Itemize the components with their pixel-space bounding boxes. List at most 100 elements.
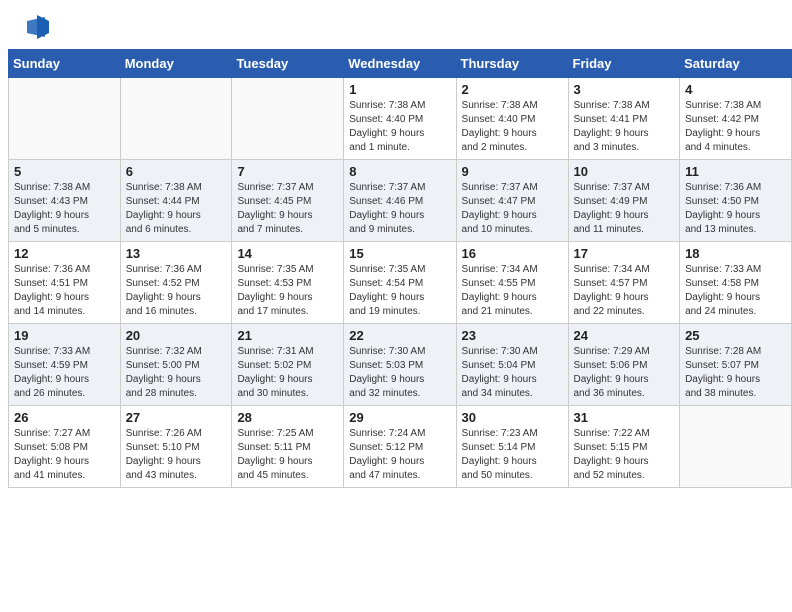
calendar-week-row: 5 Sunrise: 7:38 AM Sunset: 4:43 PM Daylig… [9,160,792,242]
day-info: Sunrise: 7:37 AM Sunset: 4:46 PM Dayligh… [349,181,450,237]
calendar-week-row: 26 Sunrise: 7:27 AM Sunset: 5:08 PM Dayli… [9,406,792,488]
day-info: Sunrise: 7:32 AM Sunset: 5:00 PM Dayligh… [126,345,227,401]
weekday-header: Wednesday [344,50,456,78]
calendar-cell: 28 Sunrise: 7:25 AM Sunset: 5:11 PM Dayli… [232,406,344,488]
day-info: Sunrise: 7:37 AM Sunset: 4:47 PM Dayligh… [462,181,563,237]
calendar-cell [680,406,792,488]
day-number: 21 [237,328,338,343]
day-number: 23 [462,328,563,343]
day-number: 24 [574,328,675,343]
day-number: 14 [237,246,338,261]
day-number: 20 [126,328,227,343]
day-number: 12 [14,246,115,261]
day-number: 26 [14,410,115,425]
calendar-week-row: 1 Sunrise: 7:38 AM Sunset: 4:40 PM Daylig… [9,78,792,160]
day-number: 5 [14,164,115,179]
day-info: Sunrise: 7:24 AM Sunset: 5:12 PM Dayligh… [349,427,450,483]
logo [20,15,49,41]
day-number: 18 [685,246,786,261]
day-number: 30 [462,410,563,425]
day-info: Sunrise: 7:29 AM Sunset: 5:06 PM Dayligh… [574,345,675,401]
day-info: Sunrise: 7:33 AM Sunset: 4:59 PM Dayligh… [14,345,115,401]
day-number: 7 [237,164,338,179]
day-info: Sunrise: 7:35 AM Sunset: 4:53 PM Dayligh… [237,263,338,319]
day-info: Sunrise: 7:34 AM Sunset: 4:57 PM Dayligh… [574,263,675,319]
day-number: 19 [14,328,115,343]
day-info: Sunrise: 7:23 AM Sunset: 5:14 PM Dayligh… [462,427,563,483]
calendar-cell: 1 Sunrise: 7:38 AM Sunset: 4:40 PM Daylig… [344,78,456,160]
calendar-week-row: 19 Sunrise: 7:33 AM Sunset: 4:59 PM Dayli… [9,324,792,406]
calendar-cell: 20 Sunrise: 7:32 AM Sunset: 5:00 PM Dayli… [120,324,232,406]
calendar-cell: 17 Sunrise: 7:34 AM Sunset: 4:57 PM Dayli… [568,242,680,324]
day-info: Sunrise: 7:33 AM Sunset: 4:58 PM Dayligh… [685,263,786,319]
day-number: 27 [126,410,227,425]
day-number: 16 [462,246,563,261]
day-number: 4 [685,82,786,97]
calendar-cell: 8 Sunrise: 7:37 AM Sunset: 4:46 PM Daylig… [344,160,456,242]
calendar-cell: 2Sunrise: 7:38 AM Sunset: 4:40 PM Daylig… [456,78,568,160]
calendar-cell: 18 Sunrise: 7:33 AM Sunset: 4:58 PM Dayli… [680,242,792,324]
calendar-cell: 26 Sunrise: 7:27 AM Sunset: 5:08 PM Dayli… [9,406,121,488]
calendar-header-row: SundayMondayTuesdayWednesdayThursdayFrid… [9,50,792,78]
day-number: 15 [349,246,450,261]
day-number: 22 [349,328,450,343]
day-number: 13 [126,246,227,261]
day-number: 31 [574,410,675,425]
day-number: 6 [126,164,227,179]
calendar-cell: 12 Sunrise: 7:36 AM Sunset: 4:51 PM Dayli… [9,242,121,324]
calendar-cell: 23 Sunrise: 7:30 AM Sunset: 5:04 PM Dayli… [456,324,568,406]
calendar-cell: 31Sunrise: 7:22 AM Sunset: 5:15 PM Dayli… [568,406,680,488]
calendar-cell: 6Sunrise: 7:38 AM Sunset: 4:44 PM Daylig… [120,160,232,242]
day-number: 28 [237,410,338,425]
day-info: Sunrise: 7:36 AM Sunset: 4:51 PM Dayligh… [14,263,115,319]
calendar-cell: 16 Sunrise: 7:34 AM Sunset: 4:55 PM Dayli… [456,242,568,324]
day-number: 10 [574,164,675,179]
calendar-cell [9,78,121,160]
calendar-cell: 7 Sunrise: 7:37 AM Sunset: 4:45 PM Daylig… [232,160,344,242]
day-info: Sunrise: 7:35 AM Sunset: 4:54 PM Dayligh… [349,263,450,319]
calendar-cell: 19 Sunrise: 7:33 AM Sunset: 4:59 PM Dayli… [9,324,121,406]
calendar-cell [120,78,232,160]
day-info: Sunrise: 7:38 AM Sunset: 4:43 PM Dayligh… [14,181,115,237]
weekday-header: Saturday [680,50,792,78]
calendar-cell: 27 Sunrise: 7:26 AM Sunset: 5:10 PM Dayli… [120,406,232,488]
day-info: Sunrise: 7:38 AM Sunset: 4:41 PM Dayligh… [574,99,675,155]
calendar-week-row: 12 Sunrise: 7:36 AM Sunset: 4:51 PM Dayli… [9,242,792,324]
day-info: Sunrise: 7:37 AM Sunset: 4:45 PM Dayligh… [237,181,338,237]
calendar-cell: 21 Sunrise: 7:31 AM Sunset: 5:02 PM Dayli… [232,324,344,406]
day-info: Sunrise: 7:34 AM Sunset: 4:55 PM Dayligh… [462,263,563,319]
calendar-cell: 11Sunrise: 7:36 AM Sunset: 4:50 PM Dayli… [680,160,792,242]
day-info: Sunrise: 7:37 AM Sunset: 4:49 PM Dayligh… [574,181,675,237]
day-number: 17 [574,246,675,261]
calendar-cell: 25 Sunrise: 7:28 AM Sunset: 5:07 PM Dayli… [680,324,792,406]
calendar-cell: 4Sunrise: 7:38 AM Sunset: 4:42 PM Daylig… [680,78,792,160]
day-info: Sunrise: 7:38 AM Sunset: 4:40 PM Dayligh… [349,99,450,155]
day-info: Sunrise: 7:25 AM Sunset: 5:11 PM Dayligh… [237,427,338,483]
day-info: Sunrise: 7:31 AM Sunset: 5:02 PM Dayligh… [237,345,338,401]
day-number: 9 [462,164,563,179]
day-number: 1 [349,82,450,97]
day-number: 3 [574,82,675,97]
calendar-cell: 29 Sunrise: 7:24 AM Sunset: 5:12 PM Dayli… [344,406,456,488]
day-number: 25 [685,328,786,343]
calendar-cell: 3 Sunrise: 7:38 AM Sunset: 4:41 PM Daylig… [568,78,680,160]
day-info: Sunrise: 7:28 AM Sunset: 5:07 PM Dayligh… [685,345,786,401]
day-info: Sunrise: 7:38 AM Sunset: 4:40 PM Dayligh… [462,99,563,155]
day-number: 8 [349,164,450,179]
day-info: Sunrise: 7:30 AM Sunset: 5:04 PM Dayligh… [462,345,563,401]
weekday-header: Tuesday [232,50,344,78]
weekday-header: Sunday [9,50,121,78]
day-info: Sunrise: 7:26 AM Sunset: 5:10 PM Dayligh… [126,427,227,483]
day-info: Sunrise: 7:27 AM Sunset: 5:08 PM Dayligh… [14,427,115,483]
day-info: Sunrise: 7:30 AM Sunset: 5:03 PM Dayligh… [349,345,450,401]
calendar-cell: 10 Sunrise: 7:37 AM Sunset: 4:49 PM Dayli… [568,160,680,242]
calendar-cell [232,78,344,160]
calendar-cell: 30 Sunrise: 7:23 AM Sunset: 5:14 PM Dayli… [456,406,568,488]
day-number: 29 [349,410,450,425]
calendar-cell: 5 Sunrise: 7:38 AM Sunset: 4:43 PM Daylig… [9,160,121,242]
day-info: Sunrise: 7:36 AM Sunset: 4:52 PM Dayligh… [126,263,227,319]
logo-icon [23,13,49,41]
weekday-header: Friday [568,50,680,78]
weekday-header: Monday [120,50,232,78]
calendar-cell: 13 Sunrise: 7:36 AM Sunset: 4:52 PM Dayli… [120,242,232,324]
